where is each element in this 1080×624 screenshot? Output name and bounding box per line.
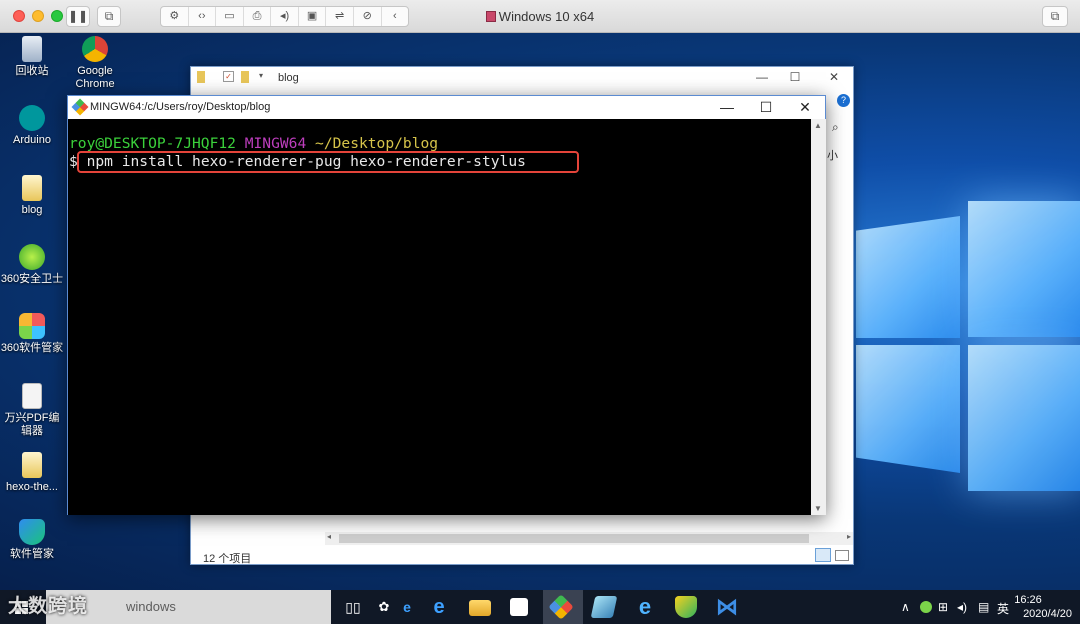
details-view-icon[interactable] bbox=[815, 548, 831, 562]
wallpaper-logo-tile bbox=[856, 216, 960, 338]
chrome-icon bbox=[82, 36, 108, 62]
prompt-path: ~/Desktop/blog bbox=[315, 135, 439, 152]
desktop-icon-pdf-editor[interactable]: 万兴PDF编辑器 bbox=[0, 383, 64, 438]
360-tray-icon[interactable] bbox=[920, 601, 932, 613]
store-icon[interactable] bbox=[510, 598, 528, 616]
close-button[interactable]: ✕ bbox=[786, 97, 824, 117]
folder-icon bbox=[241, 71, 249, 83]
chevron-up-icon[interactable]: ∧ bbox=[901, 600, 910, 614]
desktop-icon-hexo-theme[interactable]: hexo-the... bbox=[0, 452, 64, 494]
large-icons-view-icon[interactable] bbox=[835, 550, 849, 561]
prompt-user: roy@DESKTOP-7JHQF12 bbox=[69, 135, 236, 152]
chevron-down-icon[interactable]: ▾ bbox=[259, 71, 263, 80]
document-icon bbox=[22, 383, 42, 409]
volume-icon[interactable]: ◂) bbox=[957, 600, 967, 614]
paint-icon[interactable] bbox=[590, 596, 618, 618]
taskbar: windows ▯▯ ✿ e e e ⋈ ∧ ⊞ ◂) ▤ 英 16:26 20… bbox=[0, 590, 1080, 624]
vm-icon bbox=[485, 11, 496, 22]
search-placeholder: windows bbox=[126, 599, 176, 614]
recycle-bin-icon bbox=[22, 36, 42, 62]
desktop-icon-360-manager[interactable]: 360软件管家 bbox=[0, 313, 64, 355]
desktop-icon-label: 360安全卫士 bbox=[0, 273, 64, 285]
chevron-up-icon[interactable]: ▲ bbox=[814, 121, 822, 130]
desktop-icon-label: 软件管家 bbox=[10, 548, 54, 560]
desktop-icon-label: hexo-the... bbox=[6, 481, 58, 493]
prompt-symbol: $ bbox=[69, 153, 78, 170]
shield-icon bbox=[19, 519, 45, 545]
help-icon[interactable]: ? bbox=[837, 94, 850, 107]
size-column-label: 小 bbox=[827, 150, 838, 162]
task-view-icon[interactable]: ▯▯ bbox=[342, 596, 364, 618]
clock-time[interactable]: 16:26 bbox=[998, 594, 1058, 606]
vscode-icon[interactable]: ⋈ bbox=[716, 596, 738, 618]
desktop-icon-software-manager[interactable]: 软件管家 bbox=[0, 519, 64, 561]
minimize-button[interactable]: — bbox=[747, 70, 777, 84]
desktop-icon-chrome[interactable]: Google Chrome bbox=[63, 36, 127, 91]
edge-icon[interactable]: e bbox=[396, 596, 418, 618]
folder-icon bbox=[197, 71, 205, 83]
chevron-left-icon[interactable]: ◂ bbox=[327, 532, 331, 541]
item-count-status: 12 个项目 bbox=[203, 553, 252, 565]
desktop-icon-label: 万兴PDF编辑器 bbox=[4, 412, 60, 437]
360-manager-icon bbox=[19, 313, 45, 339]
desktop-icon-arduino[interactable]: Arduino bbox=[0, 105, 64, 147]
terminal-window: MINGW64:/c/Users/roy/Desktop/blog — ☐ ✕ … bbox=[67, 95, 826, 515]
horizontal-scrollbar[interactable]: ◂ ▸ bbox=[325, 532, 853, 545]
desktop-icon-recycle-bin[interactable]: 回收站 bbox=[0, 36, 64, 78]
vertical-scrollbar[interactable]: ▲ ▼ bbox=[811, 119, 826, 515]
security-shield-icon[interactable] bbox=[675, 596, 697, 618]
vm-titlebar: ❚❚ ⧉ ⚙ ‹› ▭ ⎙ ◂) ▣ ⇌ ⊘ ‹ Windows 10 x64 … bbox=[0, 0, 1080, 33]
scroll-thumb[interactable] bbox=[339, 534, 809, 543]
arduino-icon bbox=[19, 105, 45, 131]
wallpaper-logo-tile bbox=[856, 345, 960, 473]
desktop-icon-360-safe[interactable]: 360安全卫士 bbox=[0, 244, 64, 286]
clock-date[interactable]: 2020/4/20 bbox=[1002, 608, 1072, 620]
command-text: npm install hexo-renderer-pug hexo-rende… bbox=[86, 153, 526, 170]
desktop-icon-label: 360软件管家 bbox=[0, 342, 64, 354]
desktop-icon-label: Google Chrome bbox=[75, 65, 115, 90]
internet-explorer-icon[interactable]: e bbox=[634, 596, 656, 618]
explorer-titlebar: ✓ ▾ blog — ☐ ✕ bbox=[191, 67, 853, 89]
desktop-icon-label: blog bbox=[21, 204, 43, 216]
watermark-text: 大数跨境 bbox=[8, 596, 89, 617]
wallpaper-logo-tile bbox=[968, 201, 1080, 337]
command-line: $ npm install hexo-renderer-pug hexo-ren… bbox=[69, 153, 811, 171]
network-icon[interactable]: ⊞ bbox=[938, 600, 948, 614]
system-tray: ∧ ⊞ ◂) ▤ 英 16:26 2020/4/20 bbox=[890, 590, 1080, 624]
file-explorer-icon[interactable] bbox=[469, 600, 491, 616]
apps-icon[interactable]: ✿ bbox=[373, 596, 395, 618]
desktop-icon-label: Arduino bbox=[13, 134, 51, 146]
checkbox-icon[interactable]: ✓ bbox=[223, 71, 234, 82]
360-safe-icon bbox=[19, 244, 45, 270]
folder-icon bbox=[22, 452, 42, 478]
chevron-right-icon[interactable]: ▸ bbox=[847, 532, 851, 541]
wallpaper-logo-tile bbox=[968, 345, 1080, 491]
terminal-output[interactable]: roy@DESKTOP-7JHQF12 MINGW64 ~/Desktop/bl… bbox=[68, 119, 811, 515]
minimize-button[interactable]: — bbox=[708, 97, 746, 117]
vm-title: Windows 10 x64 bbox=[0, 9, 1080, 24]
git-icon bbox=[71, 98, 89, 116]
notification-icon[interactable]: ▤ bbox=[978, 600, 989, 614]
watermark: 大数跨境 bbox=[8, 590, 88, 624]
edge-browser-icon[interactable]: e bbox=[428, 596, 450, 618]
maximize-button[interactable]: ☐ bbox=[747, 97, 785, 117]
desktop-icon-label: 回收站 bbox=[15, 65, 49, 77]
search-icon[interactable]: ⌕ bbox=[832, 120, 839, 135]
terminal-titlebar: MINGW64:/c/Users/roy/Desktop/blog — ☐ ✕ bbox=[68, 96, 825, 119]
desktop-icon-blog[interactable]: blog bbox=[0, 175, 64, 217]
explorer-title: blog bbox=[278, 72, 299, 84]
folder-icon bbox=[22, 175, 42, 201]
chevron-down-icon[interactable]: ▼ bbox=[814, 504, 822, 513]
maximize-button[interactable]: ☐ bbox=[780, 70, 810, 84]
close-button[interactable]: ✕ bbox=[819, 70, 849, 84]
search-box[interactable]: windows bbox=[46, 590, 331, 624]
window-mode-button[interactable]: ⧉ bbox=[1042, 6, 1068, 27]
terminal-title: MINGW64:/c/Users/roy/Desktop/blog bbox=[90, 101, 271, 113]
prompt-env: MINGW64 bbox=[244, 135, 307, 152]
prompt-line: roy@DESKTOP-7JHQF12 MINGW64 ~/Desktop/bl… bbox=[69, 135, 811, 153]
